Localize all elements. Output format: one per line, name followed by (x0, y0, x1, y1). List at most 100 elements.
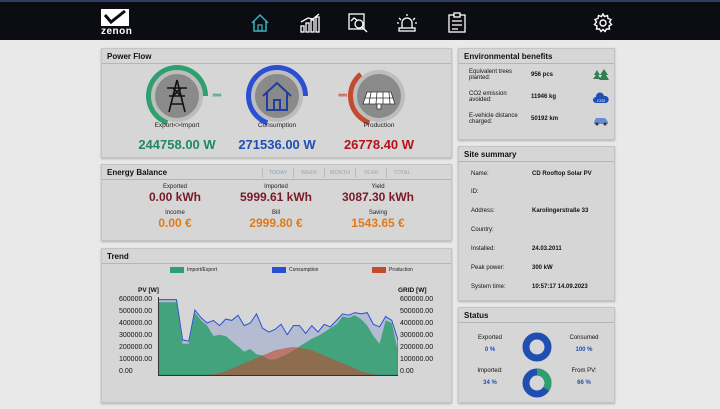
power-tower-icon (167, 79, 187, 113)
clipboard-icon[interactable] (446, 12, 468, 34)
env-value-ev: 50192 km (531, 116, 559, 122)
bar-chart-icon[interactable] (299, 12, 321, 34)
car-icon (594, 118, 608, 126)
production-label: Production (363, 122, 395, 129)
site-summary-panel: Site summary Name: CD Rooftop Solar PV I… (458, 146, 615, 301)
period-tabs: TODAY WEEK MONTH YEAR TOTAL (262, 168, 417, 178)
status-consumed-value: 100 % (575, 347, 593, 353)
environment-panel: Environmental benefits Equivalent trees … (458, 48, 615, 140)
status-imported-label: Imported: (477, 368, 503, 374)
tab-year[interactable]: YEAR (355, 168, 386, 178)
co2-cloud-icon: CO2 (593, 92, 609, 103)
left-tick-label: 0.00 (119, 368, 133, 375)
grid-label: Export<>Import (154, 122, 200, 129)
logo-mark (101, 9, 129, 26)
site-label-id: ID: (471, 189, 479, 195)
status-frompv-label: From PV: (571, 368, 597, 374)
income-stat: Income 0.00 € (125, 210, 225, 230)
yield-value: 3087.30 kWh (341, 190, 415, 204)
site-label-name: Name: (471, 171, 489, 177)
imported-stat: Imported 5999.61 kWh (226, 184, 326, 204)
site-value-installed: 24.03.2011 (532, 246, 562, 252)
exported-value: 0.00 kWh (148, 190, 202, 204)
site-value-name: CD Rooftop Solar PV (532, 171, 592, 177)
flow-arrows-right: ««« (338, 92, 348, 99)
tab-today[interactable]: TODAY (262, 168, 293, 178)
env-label-co2: CO2 emission avoided: (469, 91, 507, 103)
status-exported-value: 0 % (484, 347, 496, 353)
trend-chart[interactable] (158, 297, 398, 375)
consumed-arc (522, 332, 552, 362)
panel-title: Status (464, 311, 489, 320)
imported-value: 5999.61 kWh (239, 190, 313, 204)
yield-stat: Yield 3087.30 kWh (328, 184, 428, 204)
site-label-time: System time: (471, 284, 506, 290)
bill-value: 2999.80 € (249, 216, 303, 230)
legend-production: Production (372, 267, 413, 273)
tab-week[interactable]: WEEK (293, 168, 324, 178)
home-icon[interactable] (249, 12, 271, 34)
zenon-logo: zenon (101, 9, 133, 37)
energy-balance-panel: Energy Balance TODAY WEEK MONTH YEAR TOT… (101, 164, 452, 241)
solar-panel-icon (362, 91, 396, 110)
site-label-country: Country: (471, 227, 494, 233)
site-value-time: 10:57:17 14.09.2023 (532, 284, 588, 290)
production-value: 26778.40 W (343, 137, 415, 152)
right-tick-label: 600000.00 (400, 296, 434, 303)
export-consumed-donut (522, 332, 552, 362)
chart-magnifier-icon[interactable] (347, 12, 369, 34)
house-icon (262, 81, 292, 111)
status-frompv-value: 66 % (577, 380, 591, 386)
right-tick-label: 0.00 (400, 368, 414, 375)
site-value-address: Karolingerstraße 33 (532, 208, 589, 214)
y-axis (158, 297, 159, 375)
left-tick-label: 400000.00 (119, 320, 153, 327)
tab-total[interactable]: TOTAL (386, 168, 417, 178)
right-tick-label: 100000.00 (400, 356, 434, 363)
power-flow-panel: Power Flow Export<>Import 244758.00 W »»… (101, 48, 452, 158)
right-tick-label: 200000.00 (400, 344, 434, 351)
status-imported-value: 34 % (483, 380, 497, 386)
exported-stat: Exported 0.00 kWh (125, 184, 225, 204)
income-value: 0.00 € (158, 216, 192, 230)
bill-stat: Bill 2999.80 € (226, 210, 326, 230)
top-bar: zenon (0, 0, 720, 40)
site-label-address: Address: (471, 208, 495, 214)
legend-consumption: Consumption (272, 267, 318, 273)
svg-text:CO2: CO2 (597, 98, 606, 103)
import-pv-donut (522, 368, 552, 398)
trend-panel: Trend Import/Export Consumption Producti… (101, 248, 452, 403)
flow-arrows-left: »»» (212, 92, 222, 99)
siren-icon[interactable] (396, 12, 418, 34)
panel-title: Site summary (464, 150, 517, 159)
grid-node[interactable] (151, 70, 203, 122)
panel-title: Trend (107, 252, 129, 261)
site-label-peak: Peak power: (471, 265, 505, 271)
left-tick-label: 200000.00 (119, 344, 153, 351)
right-tick-label: 300000.00 (400, 332, 434, 339)
site-label-installed: Installed: (471, 246, 496, 252)
left-tick-label: 100000.00 (119, 356, 153, 363)
logo-text: zenon (101, 26, 133, 37)
env-value-trees: 956 pcs (531, 72, 554, 78)
consumption-node[interactable] (251, 70, 303, 122)
x-axis (158, 375, 398, 376)
left-tick-label: 600000.00 (119, 296, 153, 303)
env-label-ev: E-vehicle distance charged: (469, 113, 518, 125)
panel-title: Power Flow (107, 52, 152, 61)
status-exported-label: Exported (477, 335, 502, 341)
right-tick-label: 400000.00 (400, 320, 434, 327)
site-value-peak: 300 kW (532, 265, 553, 271)
saving-value: 1543.65 € (351, 216, 405, 230)
production-node[interactable] (353, 70, 405, 122)
env-label-trees: Equivalent trees planted: (469, 69, 513, 81)
consumption-label: Consumption (257, 122, 297, 129)
trees-icon (593, 69, 609, 80)
legend-import-export: Import/Export (170, 267, 217, 273)
status-panel: Status Exported 0 % Consumed 100 % Impor… (458, 307, 615, 403)
tab-month[interactable]: MONTH (324, 168, 355, 178)
gear-icon[interactable] (592, 12, 614, 34)
left-tick-label: 500000.00 (119, 308, 153, 315)
left-axis-title: PV [W] (138, 287, 159, 294)
env-value-co2: 11946 kg (531, 94, 557, 100)
